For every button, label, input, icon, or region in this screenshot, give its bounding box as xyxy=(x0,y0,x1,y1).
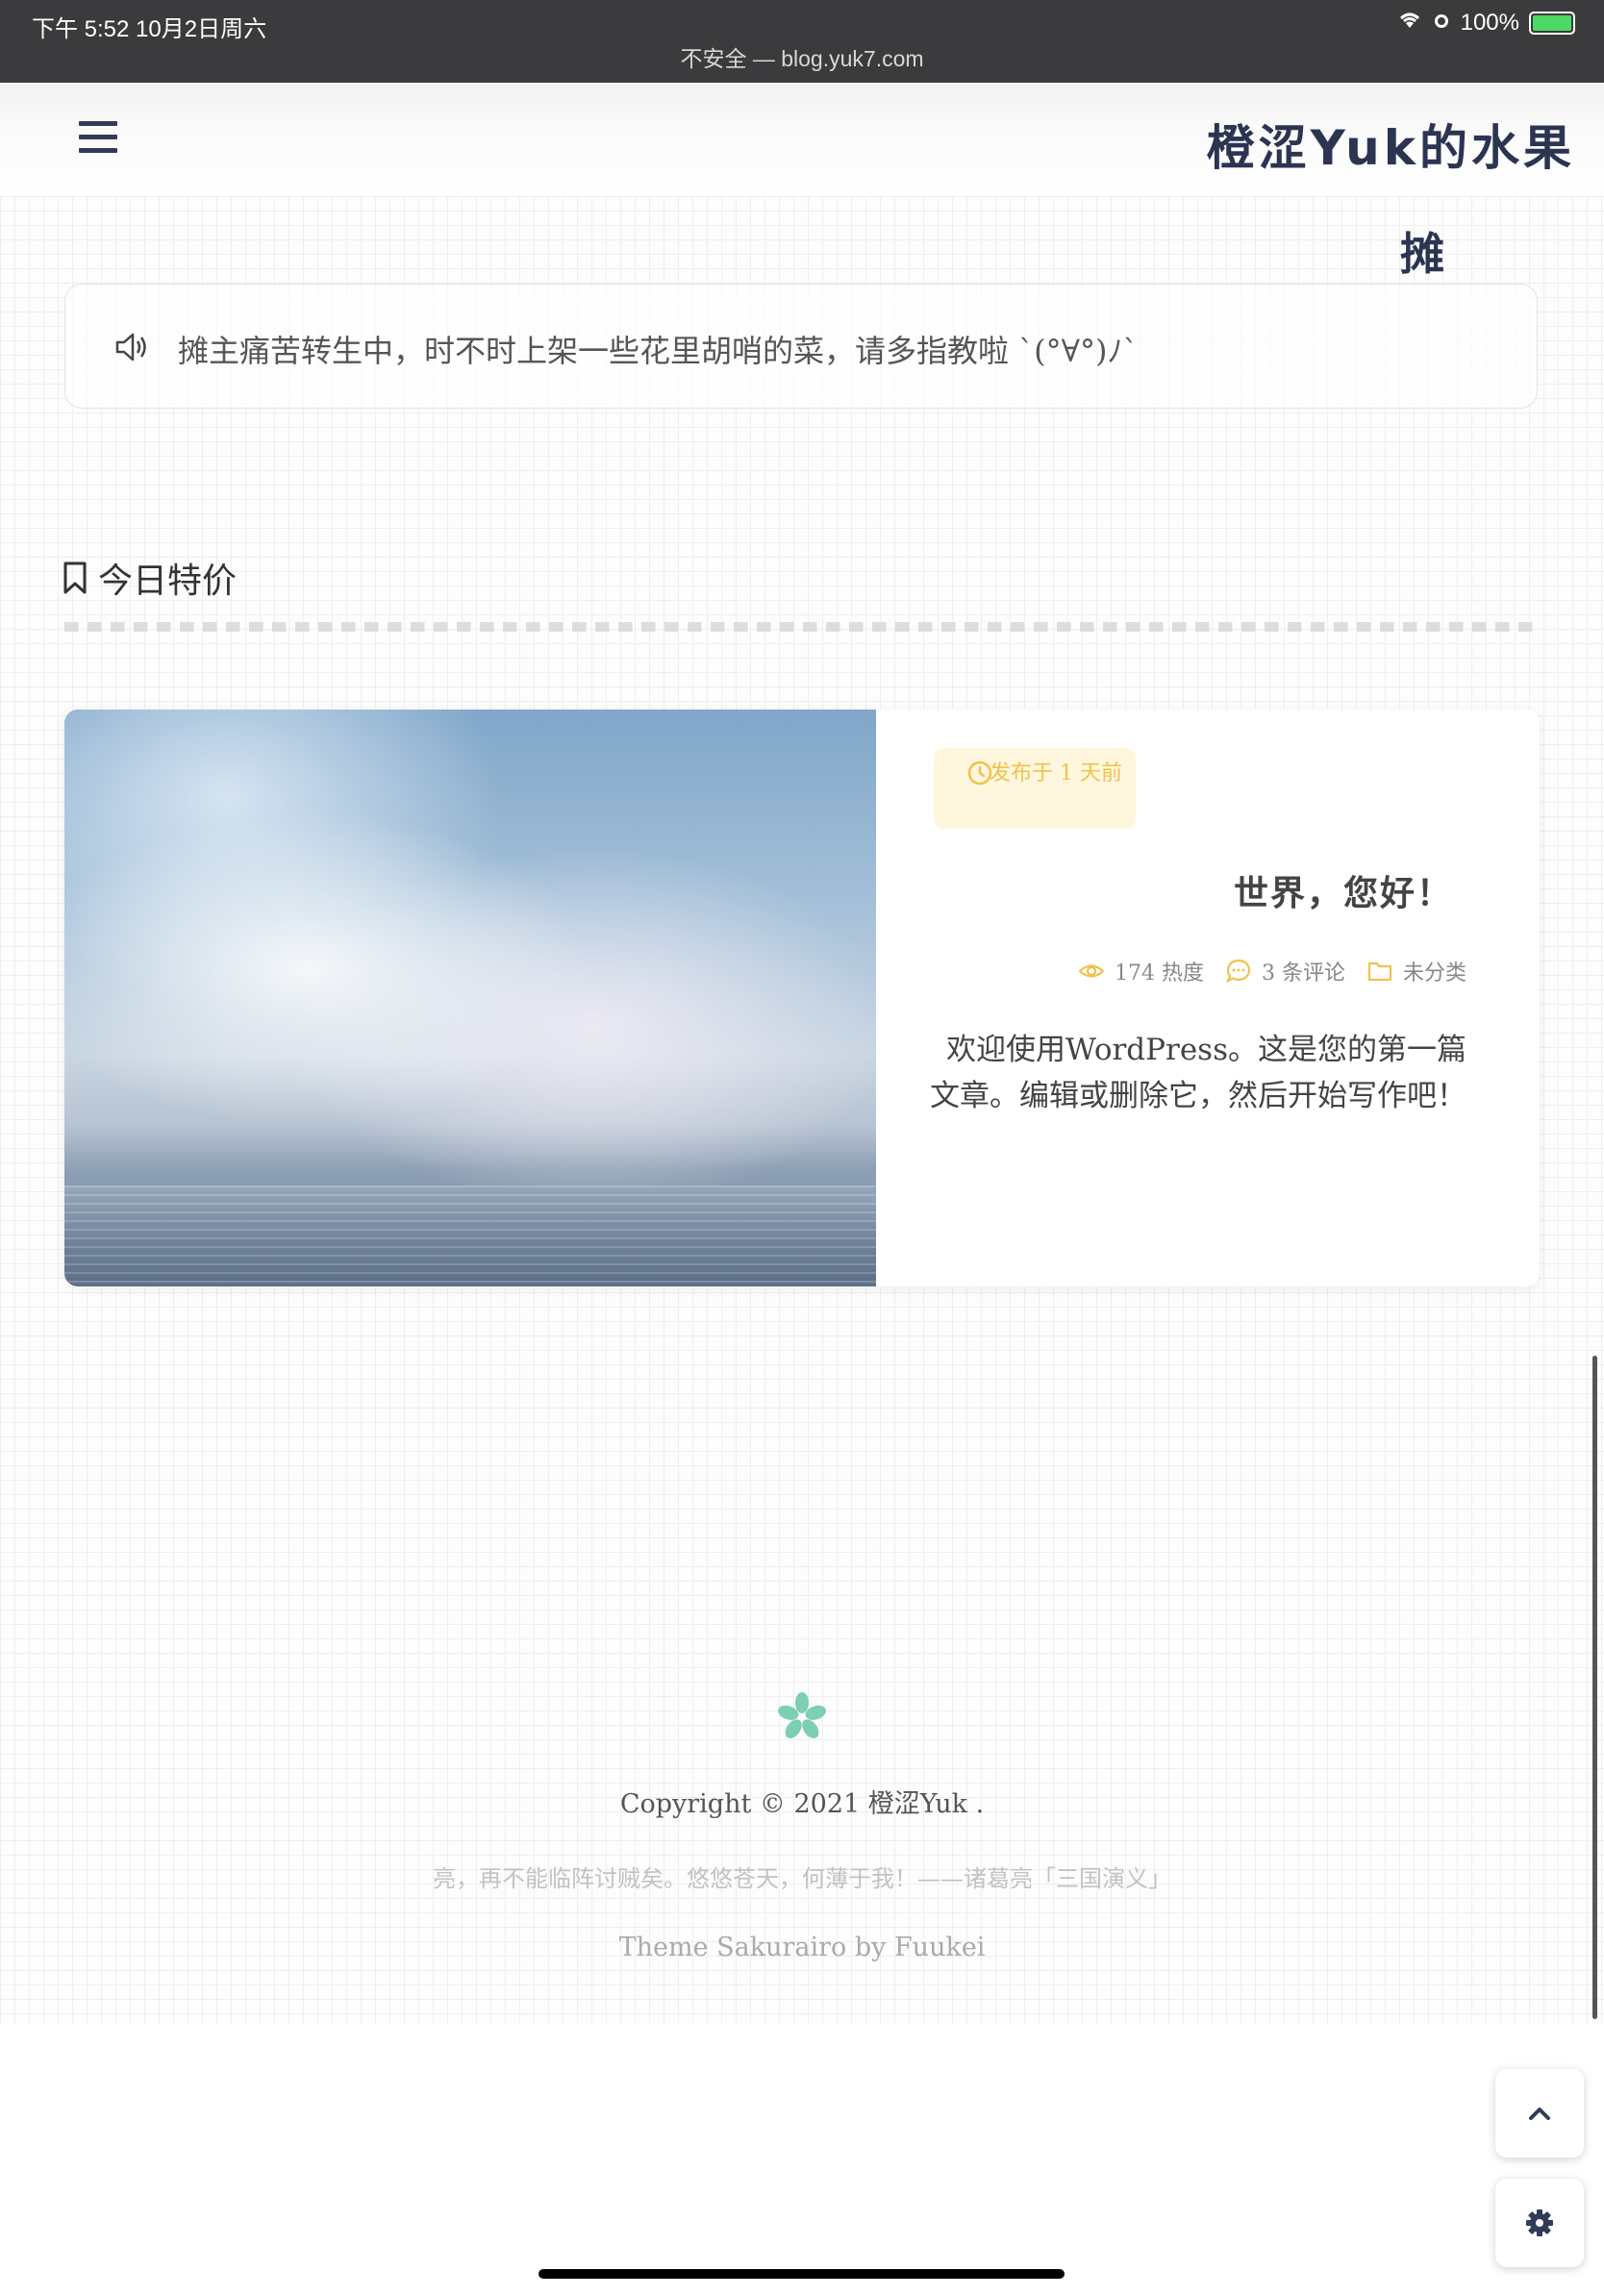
gear-icon xyxy=(1526,2209,1553,2236)
post-meta: 174 热度 3 条评论 未分类 xyxy=(1078,956,1466,986)
post-title[interactable]: 世界，您好！ xyxy=(1234,865,1453,915)
page-scrollbar[interactable] xyxy=(1592,1356,1597,2019)
post-date-badge: 发布于 1 天前 xyxy=(934,748,1136,829)
post-date: 发布于 1 天前 xyxy=(990,761,1122,786)
battery-icon xyxy=(1529,12,1575,35)
post-comments-label: 3 条评论 xyxy=(1261,961,1345,986)
post-views-label: 174 热度 xyxy=(1114,961,1204,986)
battery-percent: 100% xyxy=(1460,10,1519,36)
section-title-label: 今日特价 xyxy=(98,562,238,601)
post-card[interactable]: 发布于 1 天前 世界，您好！ 174 热度 3 条评论 未分类 欢迎使用Wor… xyxy=(64,710,1540,1286)
menu-icon[interactable] xyxy=(79,121,117,160)
address-bar-url[interactable]: 不安全 — blog.yuk7.com xyxy=(0,40,1604,73)
site-header: 橙涩Yuk的水果 xyxy=(0,83,1604,196)
settings-button[interactable] xyxy=(1495,2179,1584,2267)
status-time: 下午 5:52 10月2日周六 xyxy=(32,16,267,42)
post-views: 174 热度 xyxy=(1078,956,1204,986)
alarm-icon xyxy=(1432,10,1451,37)
section-divider xyxy=(64,622,1541,632)
post-excerpt: 欢迎使用WordPress。这是您的第一篇文章。编辑或删除它，然后开始写作吧！ xyxy=(930,1033,1466,1113)
clock-icon xyxy=(967,761,992,786)
footer-quote: 亮，再不能临阵讨贼矣。悠悠苍天，何薄于我！——诸葛亮「三国演义」 xyxy=(433,1865,1171,1892)
post-comments[interactable]: 3 条评论 xyxy=(1225,956,1345,986)
status-bar: 下午 5:52 10月2日周六 100% 不安全 — blog.yuk7.com xyxy=(0,0,1604,83)
folder-icon xyxy=(1367,961,1392,982)
section-title: 今日特价 xyxy=(62,553,237,603)
site-title-continued[interactable]: 摊 xyxy=(1400,219,1444,283)
post-info: 发布于 1 天前 世界，您好！ 174 热度 3 条评论 未分类 欢迎使用Wor… xyxy=(876,710,1540,1286)
post-category[interactable]: 未分类 xyxy=(1366,956,1466,986)
comment-icon xyxy=(1225,959,1251,984)
theme-credit[interactable]: Theme Sakurairo by Fuukei xyxy=(0,1933,1604,1962)
site-title[interactable]: 橙涩Yuk的水果 xyxy=(1207,110,1575,179)
bookmark-icon xyxy=(63,562,87,594)
post-category-label: 未分类 xyxy=(1402,961,1466,986)
chevron-up-icon xyxy=(1529,2108,1550,2120)
announcement-box: 摊主痛苦转生中，时不时上架一些花里胡哨的菜，请多指教啦 `(°∀°)ﾉ` xyxy=(64,284,1538,409)
copyright: Copyright © 2021 橙涩Yuk . xyxy=(619,1789,985,1819)
speaker-icon xyxy=(115,333,146,362)
sakura-icon xyxy=(778,1692,826,1738)
announcement-text: 摊主痛苦转生中，时不时上架一些花里胡哨的菜，请多指教啦 `(°∀°)ﾉ` xyxy=(178,333,1139,369)
status-right: 100% xyxy=(1397,10,1575,37)
thumbnail-sea xyxy=(64,1185,876,1286)
post-thumbnail[interactable] xyxy=(64,710,876,1286)
eye-icon xyxy=(1078,964,1105,978)
wifi-icon xyxy=(1397,10,1422,37)
back-to-top-button[interactable] xyxy=(1495,2069,1584,2158)
home-indicator[interactable] xyxy=(539,2269,1065,2279)
